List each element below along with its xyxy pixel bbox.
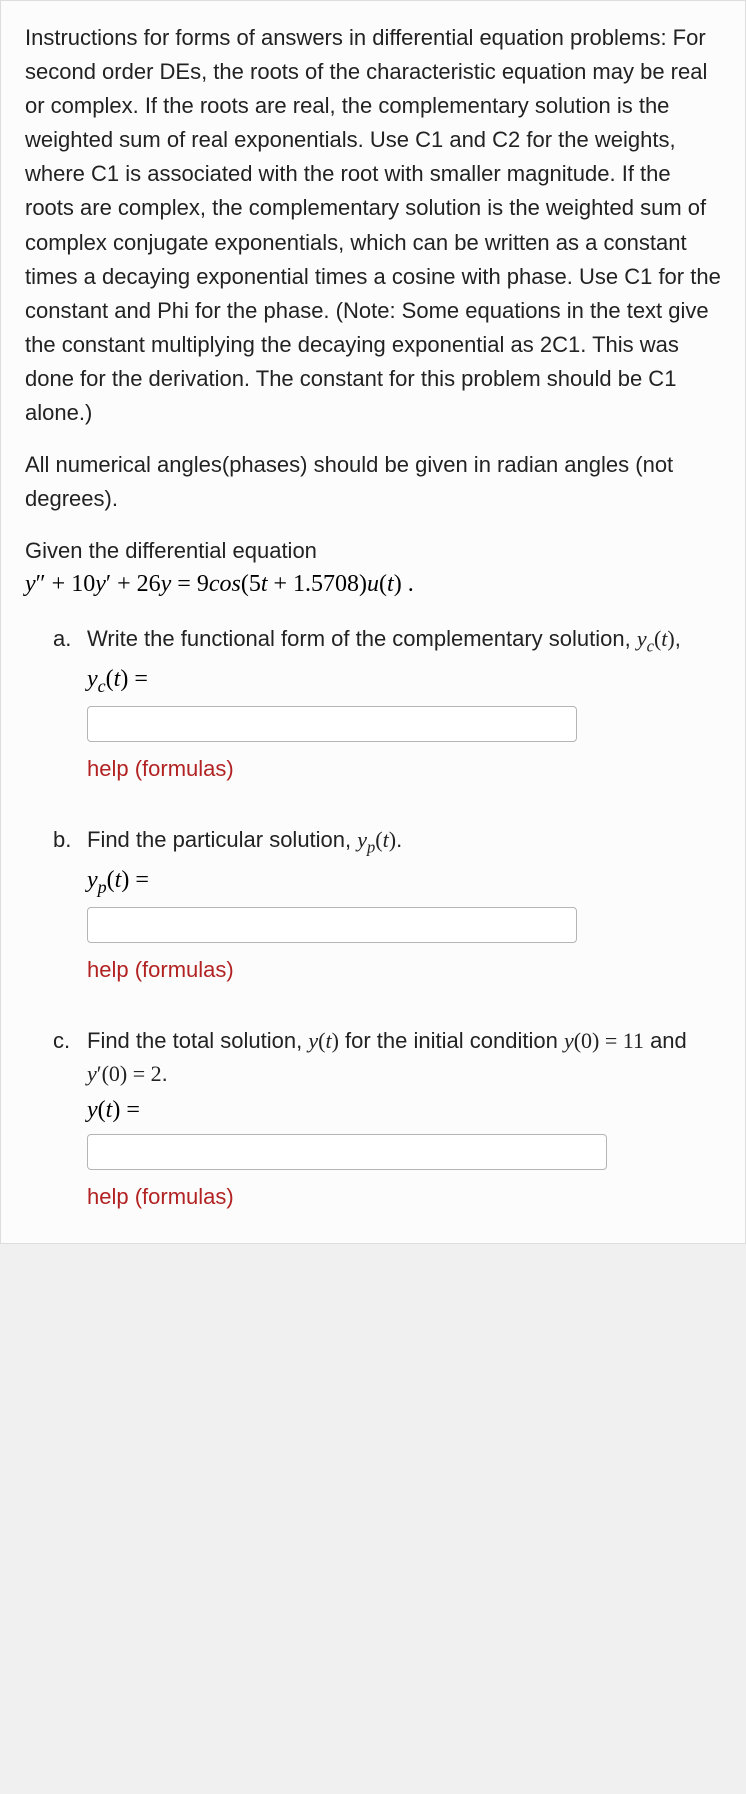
part-b-input[interactable]: [87, 907, 577, 943]
part-c-help-link[interactable]: help (formulas): [87, 1184, 234, 1209]
part-a-input[interactable]: [87, 706, 577, 742]
differential-equation: y″ + 10y′ + 26y = 9cos(5t + 1.5708)u(t) …: [25, 571, 721, 598]
instructions-text: Instructions for forms of answers in dif…: [25, 21, 721, 430]
y-symbol: y(t): [308, 1028, 339, 1053]
yc-symbol: yc(t): [637, 626, 675, 651]
part-b-answer-label: yp(t) =: [87, 862, 721, 901]
initial-cond-2: y′(0) = 2: [87, 1061, 162, 1086]
angles-note: All numerical angles(phases) should be g…: [25, 448, 721, 516]
part-b: b. Find the particular solution, yp(t). …: [53, 823, 721, 986]
part-c-answer-label: y(t) =: [87, 1092, 721, 1128]
part-b-prompt: Find the particular solution, yp(t).: [87, 827, 402, 852]
problem-container: Instructions for forms of answers in dif…: [0, 0, 746, 1244]
given-label: Given the differential equation: [25, 534, 721, 567]
part-c-prompt: Find the total solution, y(t) for the in…: [87, 1028, 687, 1086]
part-a-help-link[interactable]: help (formulas): [87, 756, 234, 781]
part-a: a. Write the functional form of the comp…: [53, 622, 721, 785]
part-c: c. Find the total solution, y(t) for the…: [53, 1024, 721, 1213]
part-b-help-link[interactable]: help (formulas): [87, 957, 234, 982]
parts-list: a. Write the functional form of the comp…: [25, 622, 721, 1213]
part-b-marker: b.: [53, 823, 71, 856]
part-a-marker: a.: [53, 622, 71, 655]
part-c-marker: c.: [53, 1024, 70, 1057]
initial-cond-1: y(0) = 11: [564, 1028, 644, 1053]
part-a-answer-label: yc(t) =: [87, 661, 721, 700]
part-a-prompt: Write the functional form of the complem…: [87, 626, 681, 651]
part-c-input[interactable]: [87, 1134, 607, 1170]
yp-symbol: yp(t): [357, 827, 396, 852]
